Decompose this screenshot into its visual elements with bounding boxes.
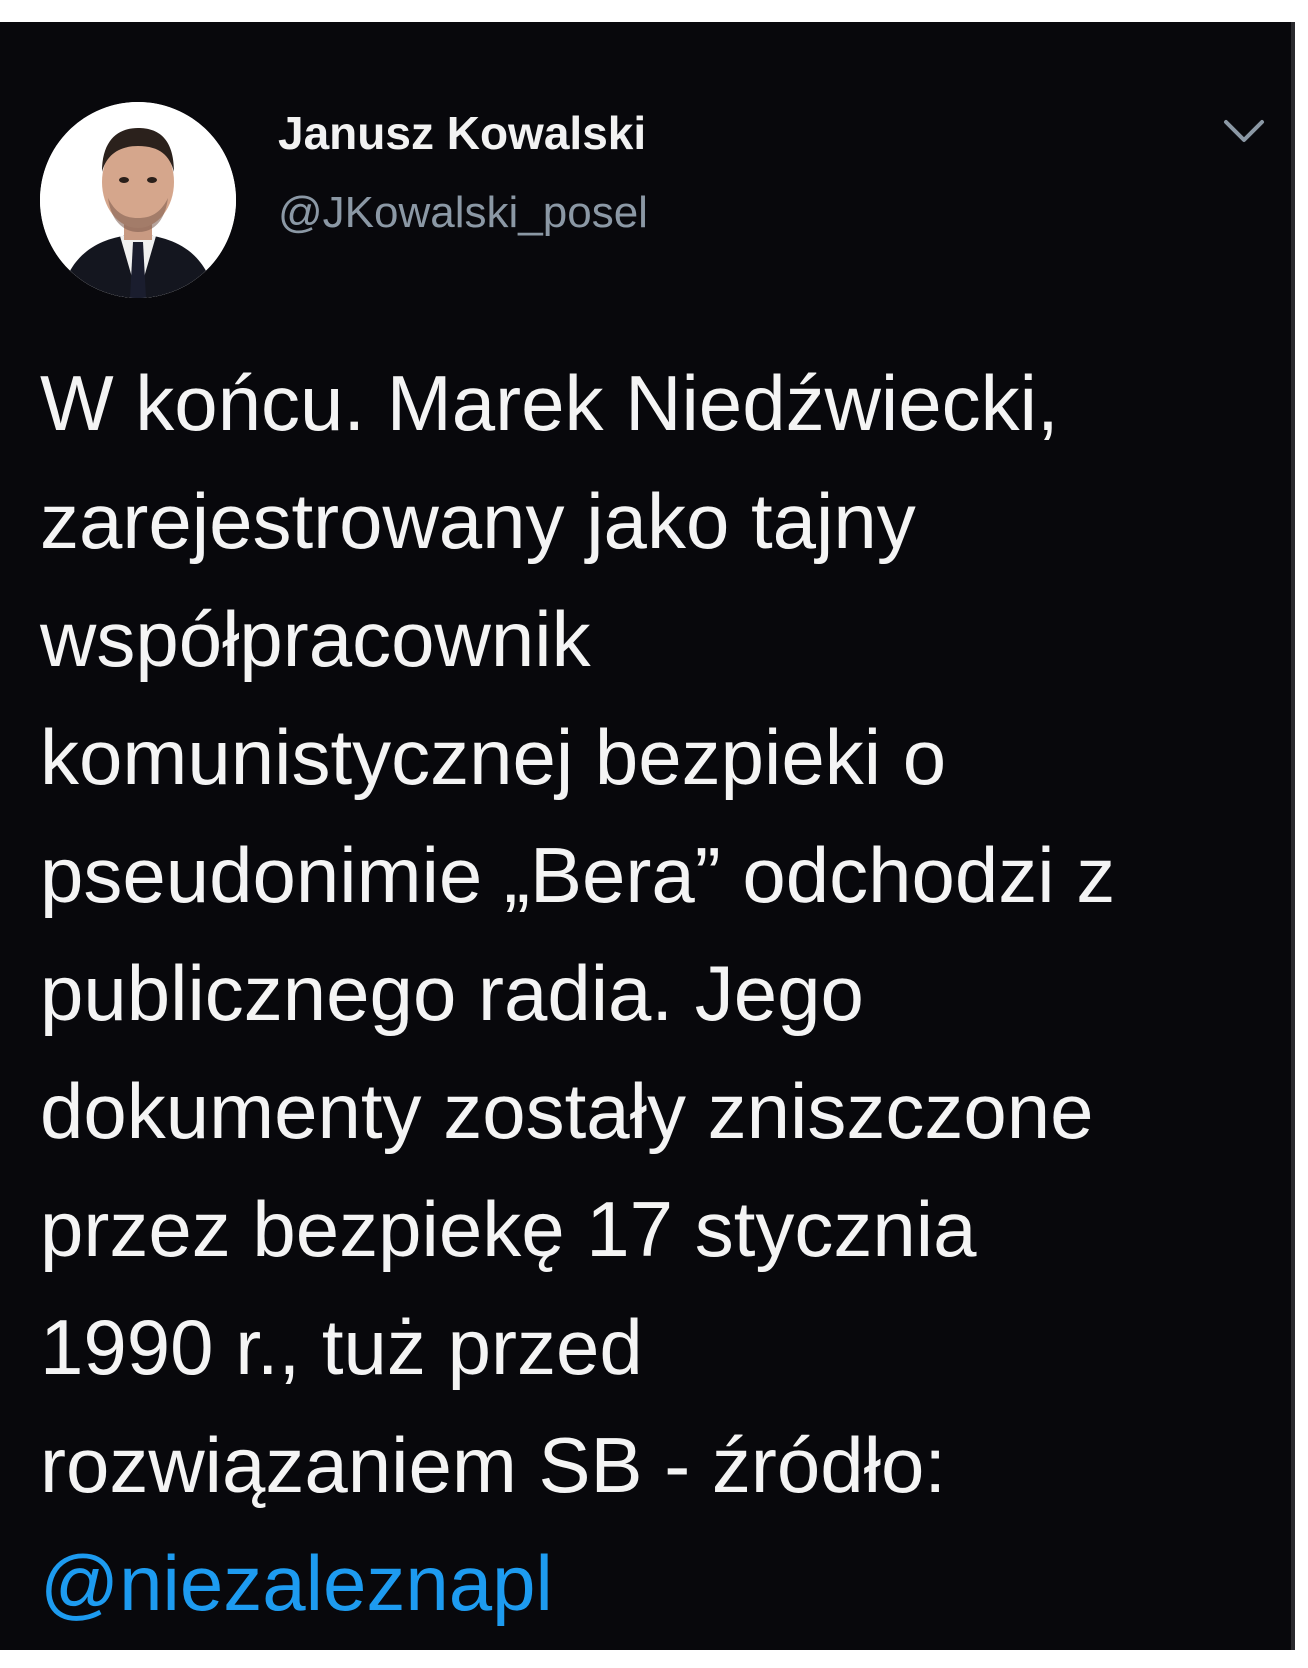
tweet-text-line: W końcu. Marek Niedźwiecki, (40, 359, 1059, 447)
avatar[interactable] (40, 102, 236, 298)
author-handle[interactable]: @JKowalski_posel (278, 188, 648, 238)
tweet-text-line: publicznego radia. Jego (40, 949, 864, 1037)
tweet-text-line: pseudonimie „Bera” odchodzi z (40, 831, 1116, 919)
tweet-text: W końcu. Marek Niedźwiecki, zarejestrowa… (40, 344, 1280, 1642)
tweet-text-line: współpracownik (40, 595, 591, 683)
tweet-text-line: dokumenty zostały zniszczone (40, 1067, 1094, 1155)
tweet-text-line: komunistycznej bezpieki o (40, 713, 947, 801)
chevron-down-icon[interactable] (1222, 118, 1266, 146)
avatar-portrait (40, 102, 236, 298)
author-display-name[interactable]: Janusz Kowalski (278, 106, 646, 160)
tweet-text-line: zarejestrowany jako tajny (40, 477, 916, 565)
tweet-card: Janusz Kowalski @JKowalski_posel W końcu… (0, 22, 1295, 1650)
tweet-text-line: przez bezpiekę 17 stycznia (40, 1185, 977, 1273)
tweet-text-line: rozwiązaniem SB - źródło: (40, 1421, 946, 1509)
tweet-text-line: 1990 r., tuż przed (40, 1303, 643, 1391)
mention-link[interactable]: @niezaleznapl (40, 1524, 1280, 1642)
